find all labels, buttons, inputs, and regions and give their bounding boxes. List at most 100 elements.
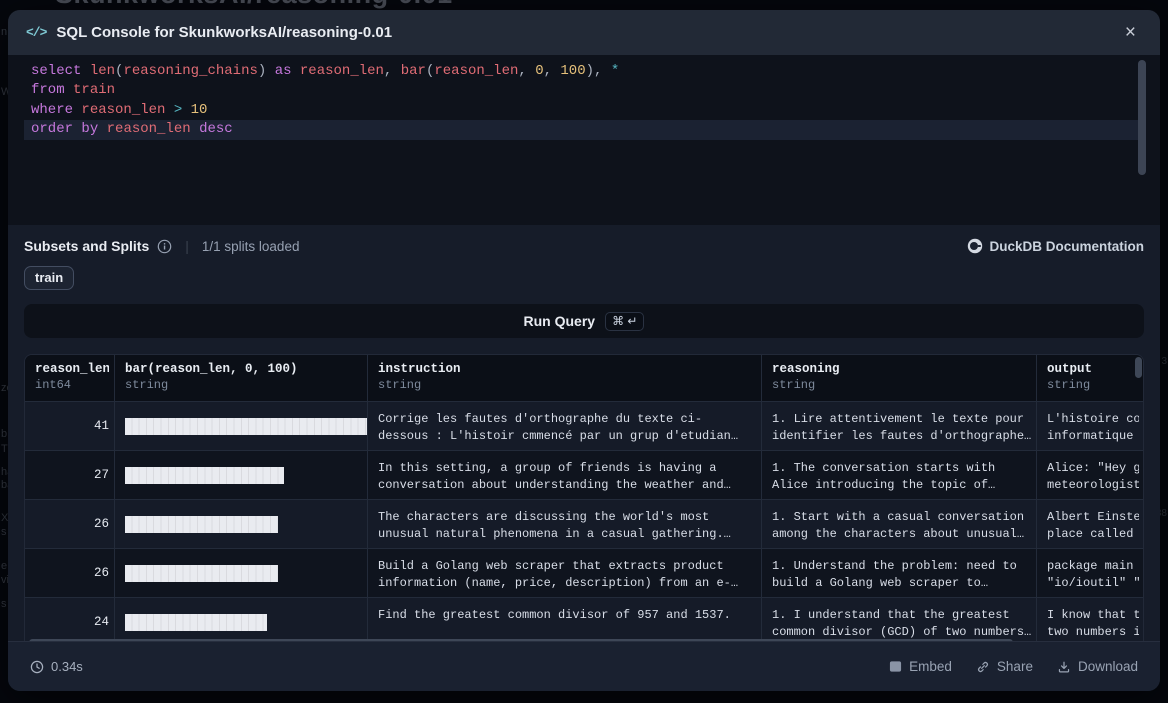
- cell-text-line: Alice introducing the topic of…: [772, 477, 1032, 494]
- cell-reason-len: 26: [25, 549, 114, 597]
- cell-text-line: In this setting, a group of friends is h…: [378, 460, 757, 477]
- column-header-bar: bar(reason_len, 0, 100)string: [114, 355, 367, 401]
- editor-vertical-scrollbar[interactable]: [1138, 60, 1146, 175]
- share-button[interactable]: Share: [976, 659, 1033, 674]
- embed-label: Embed: [909, 659, 952, 674]
- cell-reasoning: 1. Lire attentivement le texte pourident…: [761, 402, 1036, 450]
- share-label: Share: [997, 659, 1033, 674]
- code-line-active: order by reason_len desc: [24, 120, 1144, 139]
- cell-text-line: informatique: [1047, 428, 1139, 445]
- cell-text-line: place called: [1047, 526, 1139, 543]
- table-header-row: reason_len int64 bar(reason_len, 0, 100)st…: [25, 355, 1143, 401]
- bar-chart-fill: [125, 418, 367, 435]
- column-header-output: output string: [1036, 355, 1143, 401]
- column-header-reasoning: reasoningstring: [761, 355, 1036, 401]
- cell-text-line: two numbers i: [1047, 624, 1139, 641]
- cell-text-line: information (name, price, description) f…: [378, 575, 757, 592]
- table-vertical-scrollbar[interactable]: [1135, 357, 1142, 378]
- column-name: instruction: [378, 362, 751, 376]
- download-button[interactable]: Download: [1057, 659, 1138, 674]
- code-line: where reason_len > 10: [24, 101, 1144, 120]
- embed-button[interactable]: Embed: [889, 659, 952, 674]
- cell-text-line: L'histoire co: [1047, 411, 1139, 428]
- subsets-splits-heading: Subsets and Splits: [24, 238, 149, 254]
- cell-text-line: Find the greatest common divisor of 957 …: [378, 607, 757, 624]
- run-query-button[interactable]: Run Query ⌘ ↵: [24, 304, 1144, 338]
- cell-text-line: build a Golang web scraper to…: [772, 575, 1032, 592]
- cell-reasoning: 1. Start with a casual conversationamong…: [761, 500, 1036, 548]
- column-name: reason_len: [35, 362, 109, 376]
- sql-console-icon: </>: [26, 25, 46, 40]
- cell-output: L'histoire coinformatique: [1036, 402, 1143, 450]
- cell-output: package main"io/ioutil" ": [1036, 549, 1143, 597]
- split-chip-train[interactable]: train: [24, 266, 74, 290]
- cell-reason-len: 27: [25, 451, 114, 499]
- bar-chart-fill: [125, 565, 278, 582]
- cell-text-line: 1. Start with a casual conversation: [772, 509, 1032, 526]
- column-name: reasoning: [772, 362, 1026, 376]
- column-type: int64: [35, 378, 109, 392]
- cell-reason-len: 26: [25, 500, 114, 548]
- cell-text-line: common divisor (GCD) of two numbers…: [772, 624, 1032, 641]
- cell-text-line: meteorologist: [1047, 477, 1139, 494]
- background-text-fragment: 3: [1161, 356, 1167, 367]
- column-name: output: [1047, 362, 1133, 376]
- sql-console-modal: </> SQL Console for SkunkworksAI/reasoni…: [8, 10, 1160, 691]
- background-text-fragment: s: [1, 598, 7, 610]
- cell-text-line: Alice: "Hey g: [1047, 460, 1139, 477]
- table-row: 41 Corrige les fautes d'orthographe du te…: [25, 401, 1143, 450]
- bar-chart-fill: [125, 516, 278, 533]
- cell-text-line: among the characters about unusual…: [772, 526, 1032, 543]
- code-line: select len(reasoning_chains) as reason_l…: [24, 62, 1144, 81]
- cell-text-line: Corrige les fautes d'orthographe du text…: [378, 411, 757, 428]
- modal-footer: 0.34s Embed Share Download: [8, 641, 1160, 691]
- cell-text-line: Albert Einste: [1047, 509, 1139, 526]
- background-text-fragment: b: [1, 428, 7, 440]
- query-duration: 0.34s: [30, 659, 83, 674]
- duckdb-documentation-label: DuckDB Documentation: [989, 239, 1144, 254]
- sql-editor[interactable]: select len(reasoning_chains) as reason_l…: [8, 55, 1160, 225]
- download-label: Download: [1078, 659, 1138, 674]
- column-header-instruction: instructionstring: [367, 355, 761, 401]
- duckdb-documentation-link[interactable]: DuckDB Documentation: [967, 238, 1144, 254]
- background-text-fragment: e: [1, 560, 7, 572]
- cell-text-line: conversation about understanding the wea…: [378, 477, 757, 494]
- cell-text-line: 1. I understand that the greatest: [772, 607, 1032, 624]
- cell-output: Alice: "Hey gmeteorologist: [1036, 451, 1143, 499]
- close-icon[interactable]: ×: [1119, 21, 1142, 44]
- cell-instruction: In this setting, a group of friends is h…: [367, 451, 761, 499]
- column-type: string: [1047, 378, 1133, 392]
- cell-text-line: unusual natural phenomena in a casual ga…: [378, 526, 757, 543]
- run-query-label: Run Query: [524, 313, 596, 329]
- cell-instruction: Corrige les fautes d'orthographe du text…: [367, 402, 761, 450]
- table-row: 26 Build a Golang web scraper that extrac…: [25, 548, 1143, 597]
- cell-text-line: "io/ioutil" ": [1047, 575, 1139, 592]
- keyboard-shortcut-badge: ⌘ ↵: [605, 312, 644, 331]
- info-icon[interactable]: [157, 239, 172, 254]
- cell-text-line: 1. The conversation starts with: [772, 460, 1032, 477]
- cell-instruction: Build a Golang web scraper that extracts…: [367, 549, 761, 597]
- table-row: 27 In this setting, a group of friends is…: [25, 450, 1143, 499]
- cell-text-line: Build a Golang web scraper that extracts…: [378, 558, 757, 575]
- background-text-fragment: n: [1, 26, 7, 38]
- column-header-reason_len: reason_len int64: [25, 355, 114, 401]
- cell-text-line: The characters are discussing the world'…: [378, 509, 757, 526]
- cell-bar: [114, 451, 367, 499]
- cell-output: Albert Einsteplace called: [1036, 500, 1143, 548]
- cell-text-line: 1. Understand the problem: need to: [772, 558, 1032, 575]
- cell-reasoning: 1. Understand the problem: need tobuild …: [761, 549, 1036, 597]
- cell-reasoning: 1. The conversation starts withAlice int…: [761, 451, 1036, 499]
- background-page-title: SkunkworksAI/reasoning-0.01: [55, 0, 453, 10]
- cell-text-line: dessous : L'histoir cmmencé par un grup …: [378, 428, 757, 445]
- query-duration-value: 0.34s: [51, 659, 83, 674]
- splits-loaded-status: 1/1 splits loaded: [202, 239, 300, 254]
- code-line: from train: [24, 81, 1144, 100]
- download-icon: [1057, 660, 1071, 674]
- cell-reason-len: 41: [25, 402, 114, 450]
- bar-chart-fill: [125, 614, 267, 631]
- cell-text-line: identifier les fautes d'orthographe…: [772, 428, 1032, 445]
- cell-instruction: The characters are discussing the world'…: [367, 500, 761, 548]
- table-row: 26 The characters are discussing the worl…: [25, 499, 1143, 548]
- embed-icon: [889, 660, 902, 673]
- cell-text-line: package main: [1047, 558, 1139, 575]
